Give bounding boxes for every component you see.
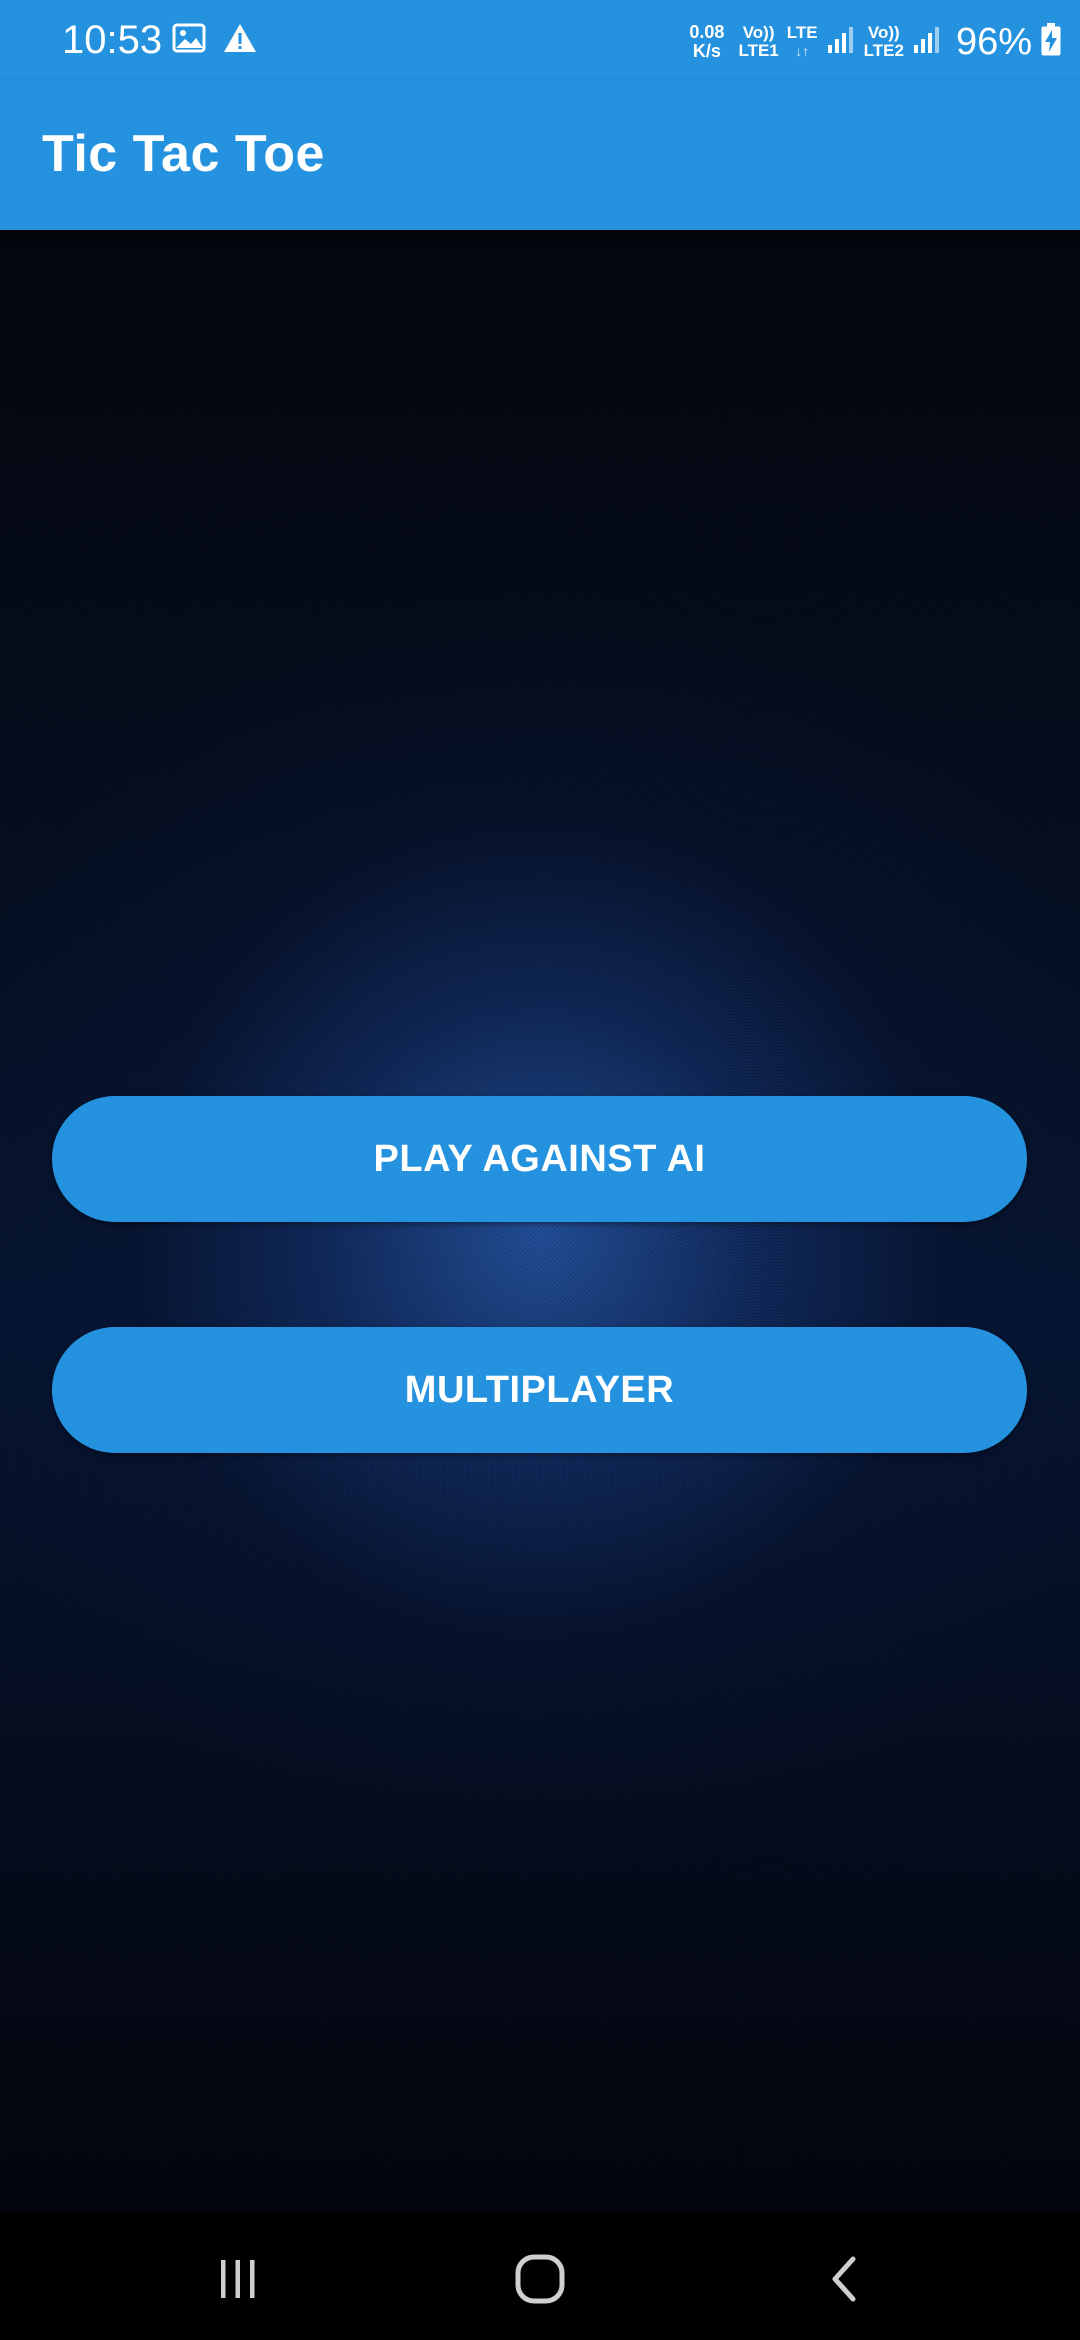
data-type-top: LTE [786, 23, 818, 42]
status-time: 10:53 [62, 18, 163, 62]
sim2-volte-label: Vo)) LTE2 [864, 24, 904, 60]
recent-apps-icon[interactable] [193, 2234, 283, 2324]
app-bar: Tic Tac Toe [0, 80, 1080, 230]
back-icon[interactable] [800, 2234, 890, 2324]
sim2-volte-bottom: LTE2 [863, 41, 904, 60]
battery-charging-icon [1040, 22, 1062, 62]
network-speed: 0.08 K/s [689, 23, 724, 61]
status-notification-icons [172, 22, 258, 59]
sim2-volte-top: Vo)) [867, 23, 900, 42]
network-speed-unit: K/s [692, 41, 721, 61]
screen: 10:53 0.08 K/s Vo)) LTE1 LTE ↓↑ Vo)) LTE… [0, 0, 1080, 2340]
signal-sim2-icon [912, 25, 942, 60]
navigation-bar [0, 2212, 1080, 2340]
data-type-label: LTE ↓↑ [787, 24, 818, 60]
battery-percent: 96% [955, 20, 1032, 63]
sim1-volte-bottom: LTE1 [738, 41, 779, 60]
sim1-volte-top: Vo)) [742, 23, 775, 42]
sim1-volte-label: Vo)) LTE1 [738, 24, 778, 60]
multiplayer-button[interactable]: MULTIPLAYER [52, 1327, 1027, 1453]
home-icon[interactable] [495, 2234, 585, 2324]
warning-icon [222, 22, 258, 59]
status-bar: 10:53 0.08 K/s Vo)) LTE1 LTE ↓↑ Vo)) LTE… [0, 0, 1080, 80]
status-system-icons: 0.08 K/s Vo)) LTE1 LTE ↓↑ Vo)) LTE2 96% [689, 16, 1062, 68]
signal-sim1-icon [826, 25, 856, 60]
image-icon [172, 23, 206, 58]
network-speed-value: 0.08 [689, 22, 725, 42]
app-title: Tic Tac Toe [42, 125, 325, 183]
play-against-ai-button[interactable]: PLAY AGAINST AI [52, 1096, 1027, 1222]
data-type-bottom: ↓↑ [795, 43, 810, 59]
